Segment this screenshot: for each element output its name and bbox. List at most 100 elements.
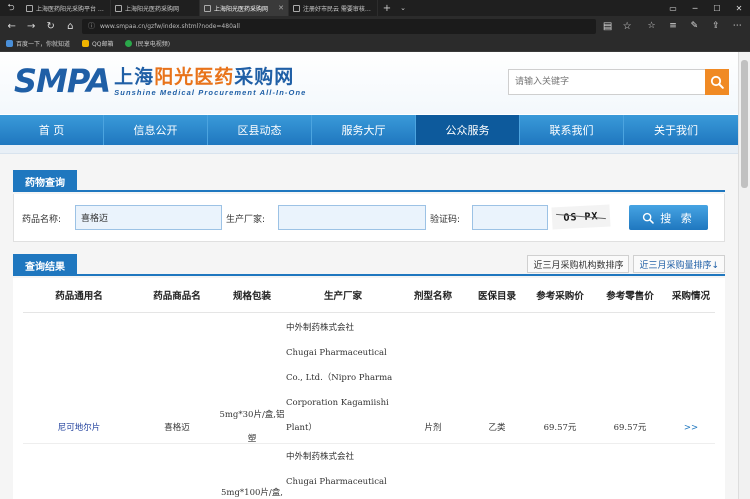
close-tab-icon[interactable]: ✕ <box>278 4 284 12</box>
refresh-icon[interactable]: ↻ <box>43 18 59 34</box>
magnifier-icon <box>710 75 724 89</box>
maximize-icon[interactable]: ☐ <box>706 0 728 16</box>
favorite-qqmail[interactable]: QQ邮箱 <box>82 39 113 48</box>
address-bar: ← → ↻ ⌂ ⓘ www.smpaa.cn/gzfw/index.shtml?… <box>0 16 750 36</box>
home-icon[interactable]: ⌂ <box>63 18 79 34</box>
favorite-label: QQ邮箱 <box>92 41 114 48</box>
logo-mark: SMPA <box>14 62 111 100</box>
notes-pen-icon[interactable]: ✎ <box>686 21 703 31</box>
tab-actions-icon[interactable]: ⮌ <box>0 0 22 16</box>
cell-generic-name[interactable]: 尼可地尔片 <box>25 416 133 441</box>
row-divider <box>23 443 715 444</box>
page-scrollbar[interactable] <box>738 52 750 499</box>
results-title: 查询结果 <box>13 254 77 276</box>
purchase-status-link[interactable]: >> <box>663 416 719 441</box>
site-logo[interactable]: SMPA 上海阳光医药采购网 Sunshine Medical Procurem… <box>14 64 306 98</box>
col-header-spec-pack: 规格包装 <box>232 291 271 302</box>
drug-name-input[interactable]: 喜格迈 <box>75 205 222 230</box>
browser-tab-2[interactable]: 上海阳光医药采购网 <box>111 0 200 16</box>
sort-buttons: 近三月采购机构数排序 近三月采购量排序↓ <box>527 255 725 273</box>
sort-by-institutions-button[interactable]: 近三月采购机构数排序 <box>527 255 630 273</box>
nav-about-us[interactable]: 关于我们 <box>624 115 728 145</box>
drug-query-title: 药物查询 <box>13 170 77 192</box>
reading-list-icon[interactable]: ≡ <box>664 21 681 31</box>
logo-cn-part: 采购网 <box>234 66 295 88</box>
browser-tab-1[interactable]: 上海医药阳光采购平台 介绍 <box>22 0 111 16</box>
drug-name-label: 药品名称: <box>22 215 62 225</box>
nav-service-hall[interactable]: 服务大厅 <box>312 115 416 145</box>
tab-title: 上海阳光医药采购网 <box>125 5 180 13</box>
col-header-manufacturer: 生产厂家 <box>323 291 362 302</box>
nav-contact-us[interactable]: 联系我们 <box>520 115 624 145</box>
sort-by-volume-button[interactable]: 近三月采购量排序↓ <box>633 255 725 273</box>
new-tab-button[interactable]: + <box>378 0 396 16</box>
search-button-label: 搜 索 <box>660 211 695 225</box>
captcha-image[interactable]: OS PX <box>551 204 611 230</box>
col-header-purchase-status: 采购情况 <box>671 291 710 302</box>
cell-manufacturer-line3: Co., Ltd.（Nipro Pharma <box>286 373 393 383</box>
col-header-trade-name: 药品商品名 <box>153 291 201 302</box>
tab-title: 上海阳光医药采购网 <box>214 5 269 13</box>
logo-cn-part: 上海 <box>114 66 155 88</box>
magnifier-icon <box>643 212 654 224</box>
manufacturer-input[interactable] <box>278 205 426 230</box>
cell-trade-name: 喜格迈 <box>164 423 190 433</box>
col-header-insurance-list: 医保目录 <box>477 291 516 302</box>
col-header-ref-purchase-price: 参考采购价 <box>536 291 584 302</box>
sub-navigation-strip <box>0 145 738 154</box>
captcha-label: 验证码: <box>430 215 461 225</box>
nav-district-news[interactable]: 区县动态 <box>208 115 312 145</box>
favorites-star-icon[interactable]: ☆ <box>643 21 660 31</box>
browser-tab-4[interactable]: 注册好市民云 需要审核_百度 <box>289 0 378 16</box>
results-table: 药品通用名 药品商品名 规格包装 生产厂家 剂型名称 医保目录 参考采购价 参考… <box>13 278 725 499</box>
tab-title: 注册好市民云 需要审核_百度 <box>303 5 373 13</box>
drug-query-form: 药品名称: 喜格迈 生产厂家: 验证码: OS PX 搜 索 <box>13 194 725 242</box>
favorite-baidu[interactable]: 百度一下，你就知道 <box>6 39 70 48</box>
qq-mail-icon <box>82 40 90 47</box>
tab-overview-icon[interactable]: ▭ <box>662 0 684 16</box>
cell-ref-purchase-price: 69.57元 <box>543 423 577 433</box>
nav-public-service[interactable]: 公众服务 <box>416 115 520 145</box>
window-controls: ▭ ─ ☐ ✕ <box>662 0 750 16</box>
scrollbar-thumb[interactable] <box>741 60 748 188</box>
forward-arrow-icon[interactable]: → <box>24 18 40 34</box>
minimize-icon[interactable]: ─ <box>684 0 706 16</box>
header-divider <box>23 312 715 313</box>
cell-insurance-list: 乙类 <box>488 423 506 433</box>
cell-manufacturer-line1: 中外制药株式会社 <box>286 452 355 462</box>
captcha-input[interactable] <box>472 205 548 230</box>
site-search <box>508 69 729 95</box>
browser-tab-3-active[interactable]: 上海阳光医药采购网 ✕ <box>200 0 289 16</box>
cell-dosage-form: 片剂 <box>424 423 442 433</box>
drug-search-button[interactable]: 搜 索 <box>629 205 708 230</box>
logo-text: 上海阳光医药采购网 Sunshine Medical Procurement A… <box>114 66 306 97</box>
site-header: SMPA 上海阳光医药采购网 Sunshine Medical Procurem… <box>0 52 738 114</box>
tab-list-chevron-icon[interactable]: ⌄ <box>396 0 410 16</box>
site-search-button[interactable] <box>705 69 729 95</box>
logo-chinese-title: 上海阳光医药采购网 <box>114 66 306 88</box>
favorite-star-icon[interactable]: ☆ <box>619 21 635 32</box>
share-icon[interactable]: ⇪ <box>707 21 724 31</box>
main-content: 药物查询 药品名称: 喜格迈 生产厂家: 验证码: OS PX 搜 索 <box>0 154 738 499</box>
keyword-search-input[interactable] <box>508 69 705 95</box>
main-navigation: 首 页 信息公开 区县动态 服务大厅 公众服务 联系我们 关于我们 <box>0 115 738 145</box>
tv-icon <box>125 40 133 47</box>
logo-cn-highlight: 阳光医药 <box>154 66 235 88</box>
cell-manufacturer-line2: Chugai Pharmaceutical <box>286 348 387 358</box>
nav-home[interactable]: 首 页 <box>0 115 104 145</box>
back-arrow-icon[interactable]: ← <box>4 18 20 34</box>
favorite-tv[interactable]: (民享电视频) <box>125 39 170 48</box>
url-field[interactable]: ⓘ www.smpaa.cn/gzfw/index.shtml?node=480… <box>82 18 596 34</box>
more-menu-icon[interactable]: ⋯ <box>729 21 746 31</box>
nav-info-disclosure[interactable]: 信息公开 <box>104 115 208 145</box>
cell-spec-pack-line1: 5mg*100片/盒, <box>221 488 283 498</box>
tab-title: 上海医药阳光采购平台 介绍 <box>36 5 106 13</box>
favorite-label: (民享电视频) <box>135 41 171 48</box>
web-page: SMPA 上海阳光医药采购网 Sunshine Medical Procurem… <box>0 52 738 499</box>
browser-titlebar: ⮌ 上海医药阳光采购平台 介绍 上海阳光医药采购网 上海阳光医药采购网 ✕ 注册… <box>0 0 750 16</box>
close-window-icon[interactable]: ✕ <box>728 0 750 16</box>
col-header-generic-name: 药品通用名 <box>55 291 103 302</box>
col-header-ref-retail-price: 参考零售价 <box>606 291 654 302</box>
cell-manufacturer-line5: Plant） <box>286 423 317 433</box>
reading-view-icon[interactable]: ▤ <box>600 21 616 32</box>
